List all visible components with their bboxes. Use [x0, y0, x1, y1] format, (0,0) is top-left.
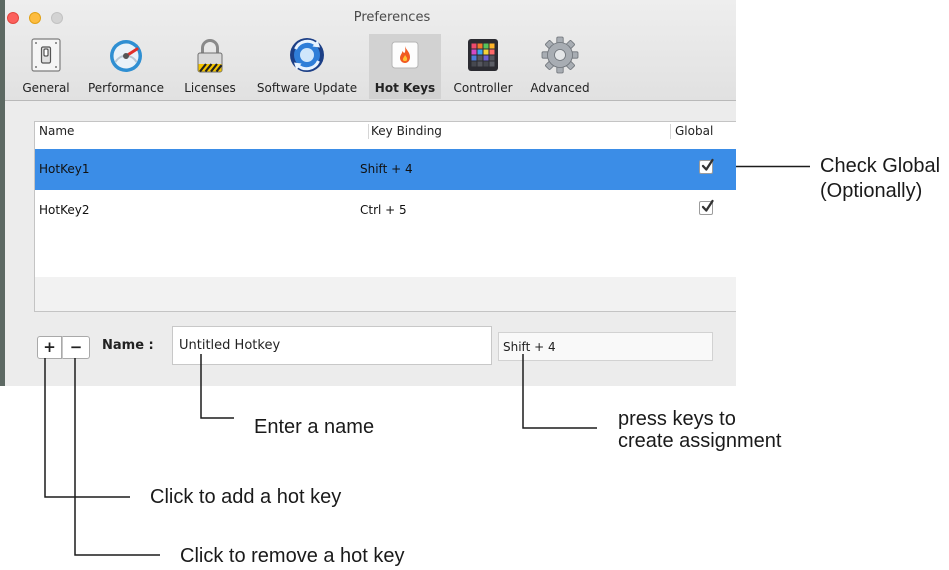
update-arrows-icon: [287, 35, 327, 75]
callout-create-assignment: create assignment: [618, 430, 782, 452]
hotkey-binding-cell: Ctrl + 5: [360, 203, 407, 217]
hotkey-name-input[interactable]: [172, 326, 492, 365]
remove-hotkey-button[interactable]: −: [62, 336, 90, 359]
callout-line-remove: [74, 358, 160, 556]
window-title: Preferences: [353, 10, 431, 25]
global-checkbox[interactable]: [699, 199, 714, 215]
callout-press-keys: press keys to: [618, 408, 736, 430]
table-header: Name Key Binding Global: [35, 122, 736, 142]
title-toolbar: Preferences General Performance Licenses…: [0, 0, 736, 101]
preferences-window: Preferences General Performance Licenses…: [0, 0, 736, 386]
column-divider: [368, 124, 369, 139]
switch-icon: [26, 35, 66, 75]
gauge-icon: [106, 35, 146, 75]
hotkey-binding-cell: Shift + 4: [360, 162, 413, 176]
window-edge: [0, 0, 5, 386]
table-row[interactable]: HotKey2 Ctrl + 5: [35, 190, 736, 231]
key-binding-recorder[interactable]: [498, 332, 713, 361]
gear-icon: [540, 35, 580, 75]
toolbar-label-advanced: Advanced: [530, 81, 590, 95]
flame-icon: [385, 35, 425, 75]
padlock-icon: [190, 35, 230, 75]
checkmark-icon: [701, 158, 714, 171]
minimize-button[interactable]: [29, 12, 41, 24]
callout-check-global-optional: (Optionally): [820, 180, 923, 202]
page: Preferences General Performance Licenses…: [0, 0, 949, 570]
hotkey-name-cell: HotKey2: [39, 203, 90, 217]
close-button[interactable]: [7, 12, 19, 24]
zoom-button[interactable]: [51, 12, 63, 24]
column-header-name[interactable]: Name: [39, 124, 74, 138]
callout-add-hotkey: Click to add a hot key: [150, 486, 342, 508]
column-divider: [670, 124, 671, 139]
callout-enter-name: Enter a name: [254, 416, 375, 438]
callout-check-global: Check Global: [820, 155, 941, 177]
hotkeys-table: Name Key Binding Global HotKey1 Shift + …: [34, 121, 736, 312]
add-hotkey-button[interactable]: +: [37, 336, 62, 359]
column-header-global[interactable]: Global: [675, 124, 713, 138]
column-header-key-binding[interactable]: Key Binding: [371, 124, 442, 138]
table-body: HotKey1 Shift + 4 HotKey2 Ctrl + 5: [35, 141, 736, 277]
checkmark-icon: [701, 199, 714, 212]
pad-grid-icon: [463, 35, 503, 75]
toolbar-item-advanced[interactable]: Advanced: [524, 34, 596, 99]
global-checkbox[interactable]: [699, 158, 714, 174]
callout-remove-hotkey: Click to remove a hot key: [180, 545, 405, 567]
name-label: Name :: [102, 338, 154, 353]
table-row[interactable]: HotKey1 Shift + 4: [35, 149, 736, 190]
hotkey-name-cell: HotKey1: [39, 162, 90, 176]
